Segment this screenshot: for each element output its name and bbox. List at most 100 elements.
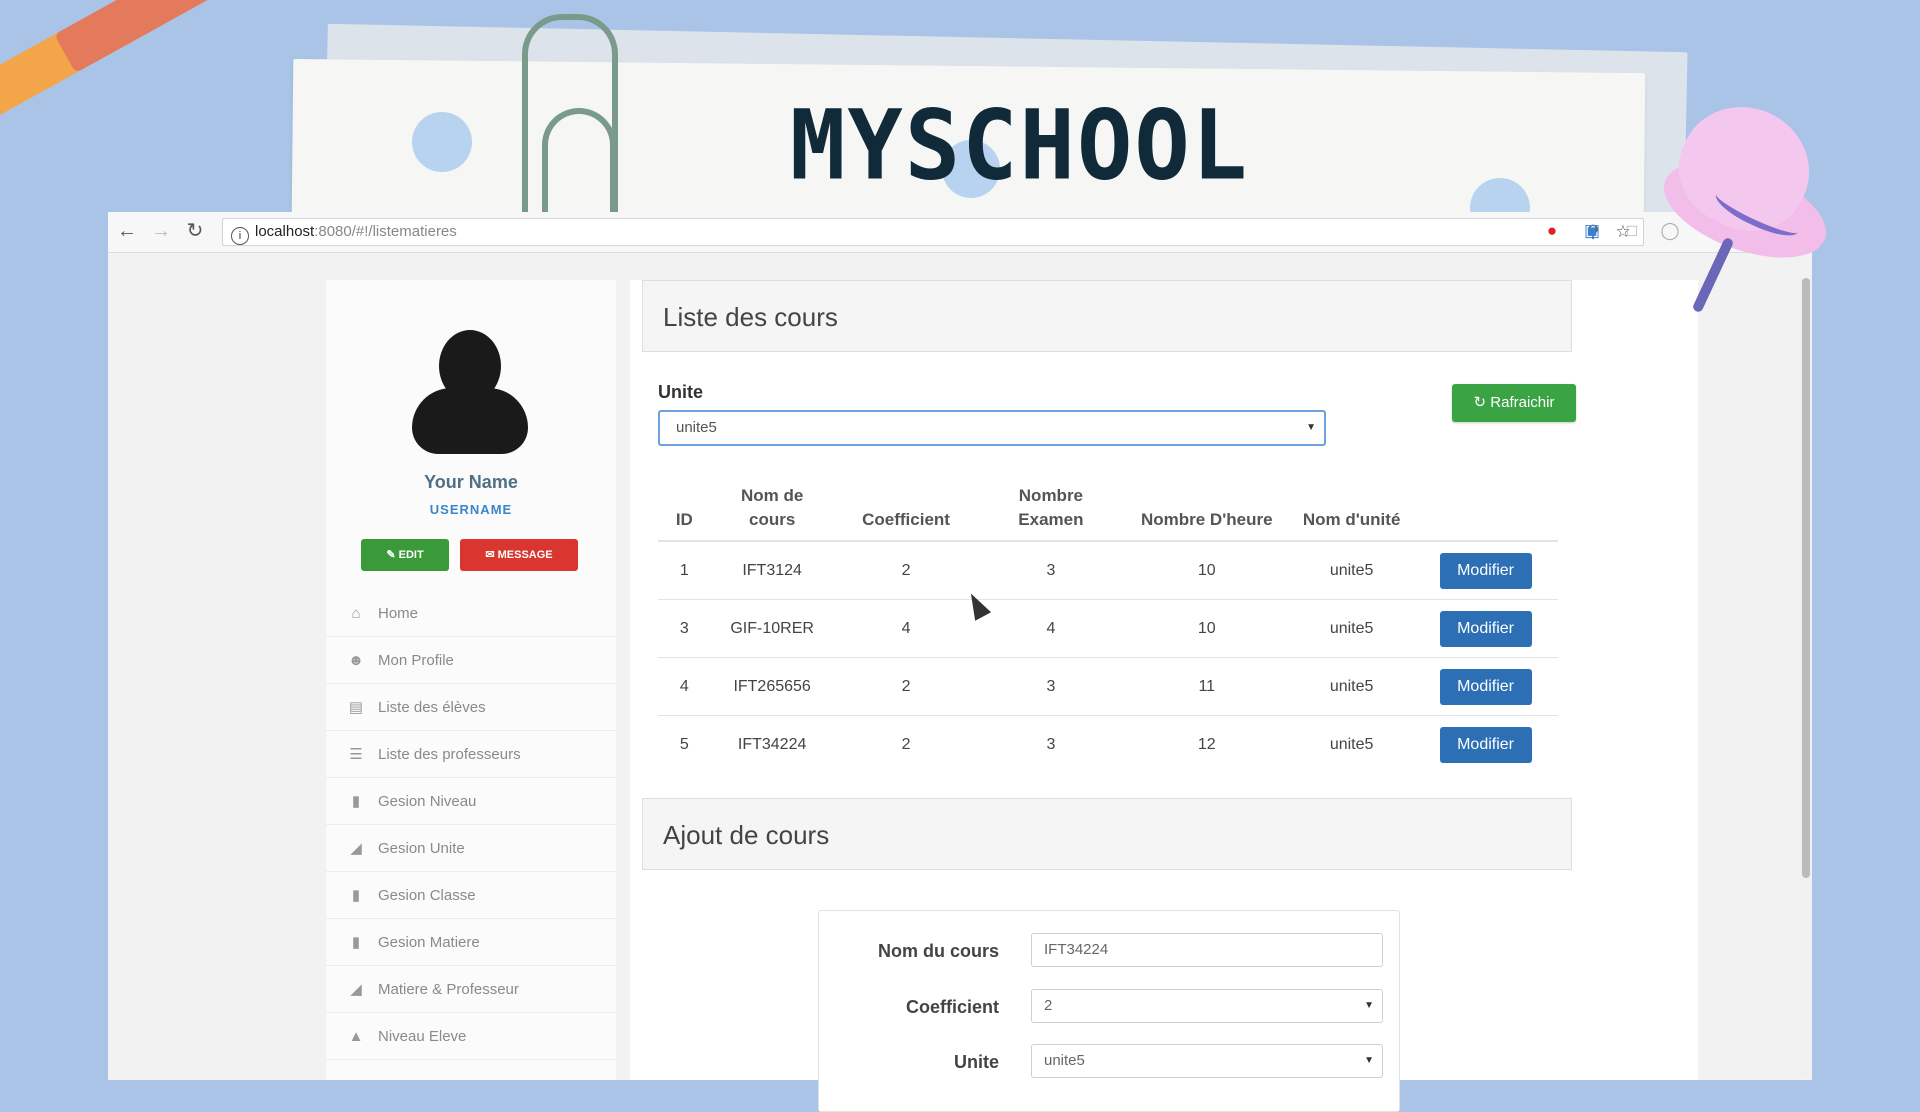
sidebar: Your Name USERNAME ✎ EDIT ✉ MESSAGE ⌂ Hom… — [326, 280, 616, 1080]
cell-examen: 4 — [978, 599, 1124, 658]
column-header: Coefficient — [833, 480, 979, 542]
table-header-row: ID Nom de cours Coefficient Nombre Exame… — [658, 480, 1558, 542]
decor-dot — [412, 112, 472, 172]
cell-nom: GIF-10RER — [710, 599, 834, 658]
table-row: 3 GIF-10RER 4 4 10 unite5 Modifier — [658, 599, 1558, 658]
message-button[interactable]: ✉ MESSAGE — [460, 539, 578, 571]
bar-chart-icon: ▮ — [351, 793, 361, 810]
coef-select-value: 2 — [1044, 997, 1053, 1014]
signal-icon: ◢ — [350, 981, 362, 998]
sidebar-item-label: Mon Profile — [378, 651, 454, 669]
sidebar-item-student-level[interactable]: ▲ Niveau Eleve — [326, 1013, 616, 1060]
cell-heure: 10 — [1123, 599, 1291, 658]
sidebar-item-label: Matiere & Professeur — [378, 980, 519, 998]
cell-heure: 12 — [1123, 715, 1291, 773]
url-host: localhost — [255, 223, 315, 240]
column-header: Nom d'unité — [1290, 480, 1414, 542]
coef-select[interactable]: 2 ▼ — [1031, 989, 1383, 1023]
cell-nom: IFT3124 — [710, 540, 834, 600]
back-icon[interactable]: ← — [116, 220, 138, 242]
browser-window: ← → ↻ i localhost:8080/#!/listematieres ⚲… — [108, 212, 1812, 1112]
modify-button[interactable]: Modifier — [1439, 552, 1532, 589]
refresh-button[interactable]: ↻ Rafraichir — [1452, 384, 1576, 422]
sidebar-item-classes[interactable]: ▮ Gesion Classe — [326, 872, 616, 919]
scrollbar[interactable] — [1800, 278, 1812, 1078]
profile-username: USERNAME — [429, 502, 513, 517]
shield-icon[interactable]: ◯ — [1660, 221, 1680, 241]
sidebar-item-levels[interactable]: ▮ Gesion Niveau — [326, 778, 616, 825]
main-content: Liste des cours Unite unite5 ▼ ↻ Rafraich… — [630, 280, 1698, 1112]
unite-form-label: Unite — [954, 1052, 999, 1072]
bar-chart-icon: ▮ — [351, 887, 361, 904]
info-icon[interactable]: i — [231, 227, 249, 245]
courses-table: ID Nom de cours Coefficient Nombre Exame… — [658, 480, 1558, 773]
user-icon: ☻ — [348, 651, 364, 669]
nom-label: Nom du cours — [877, 941, 999, 961]
edit-button[interactable]: ✎ EDIT — [361, 539, 449, 571]
edit-icon: ✎ — [386, 549, 399, 561]
cell-action: Modifier — [1413, 599, 1558, 658]
cell-coef: 2 — [833, 715, 979, 773]
bar-chart-icon: ▮ — [351, 934, 361, 951]
cell-examen: 3 — [978, 657, 1124, 716]
cell-nom: IFT265656 — [710, 657, 834, 716]
unite-label: Unite — [658, 382, 703, 402]
sidebar-item-label: Gesion Unite — [378, 839, 465, 857]
profile-name: Your Name — [424, 472, 518, 492]
scrollbar-thumb[interactable] — [1802, 278, 1810, 878]
column-header: Nom de cours — [710, 480, 834, 542]
sidebar-item-subject-teacher[interactable]: ◢ Matiere & Professeur — [326, 966, 616, 1013]
unite-select[interactable]: unite5 ▼ — [658, 410, 1326, 446]
chevron-down-icon: ▼ — [1364, 1000, 1374, 1011]
extension-icon[interactable]: ▣ — [1582, 221, 1602, 241]
sidebar-item-label: Home — [378, 604, 419, 622]
sidebar-item-subjects[interactable]: ▮ Gesion Matiere — [326, 919, 616, 966]
add-panel-title: Ajout de cours — [642, 798, 1572, 870]
cell-heure: 11 — [1123, 657, 1291, 716]
cell-nom: IFT34224 — [710, 715, 834, 773]
home-icon: ⌂ — [351, 604, 361, 622]
sidebar-item-students[interactable]: ▤ Liste des élèves — [326, 684, 616, 731]
modify-button[interactable]: Modifier — [1439, 610, 1532, 647]
mail-icon: ✉ — [485, 549, 498, 561]
unite-form-value: unite5 — [1044, 1052, 1085, 1069]
unite-select-value: unite5 — [676, 419, 717, 436]
chevron-down-icon: ▼ — [1306, 422, 1316, 433]
table-row: 5 IFT34224 2 3 12 unite5 Modifier — [658, 715, 1558, 773]
modify-button[interactable]: Modifier — [1439, 668, 1532, 705]
sidebar-item-label: Niveau Eleve — [378, 1027, 467, 1045]
sidebar-item-home[interactable]: ⌂ Home — [326, 590, 616, 637]
signal-icon: ◢ — [350, 840, 362, 857]
cell-id: 4 — [658, 657, 711, 716]
avatar — [406, 330, 534, 458]
chevron-down-icon: ▼ — [1364, 1055, 1374, 1066]
table-row: 1 IFT3124 2 3 10 unite5 Modifier — [658, 540, 1558, 600]
tag-icon[interactable]: □ — [1622, 221, 1642, 241]
sidebar-item-teachers[interactable]: ☰ Liste des professeurs — [326, 731, 616, 778]
add-course-form: Nom du cours IFT34224 Coefficient 2 ▼ Uni… — [818, 910, 1400, 1112]
unite-form-select[interactable]: unite5 ▼ — [1031, 1044, 1383, 1078]
sidebar-item-label: Liste des professeurs — [378, 745, 521, 763]
cell-action: Modifier — [1413, 715, 1558, 773]
address-bar[interactable]: i localhost:8080/#!/listematieres ⚲ ☆ — [222, 218, 1644, 246]
cell-action: Modifier — [1413, 540, 1558, 600]
browser-toolbar: ← → ↻ i localhost:8080/#!/listematieres ⚲… — [108, 212, 1812, 253]
sidebar-item-units[interactable]: ◢ Gesion Unite — [326, 825, 616, 872]
sidebar-item-label: Gesion Classe — [378, 886, 476, 904]
reload-icon[interactable]: ↻ — [184, 220, 206, 242]
forward-icon[interactable]: → — [150, 220, 172, 242]
cell-heure: 10 — [1123, 540, 1291, 600]
column-header: ID — [658, 480, 711, 542]
modify-button[interactable]: Modifier — [1439, 726, 1532, 763]
graduation-icon: ▲ — [348, 1027, 364, 1045]
adblock-icon[interactable]: ● — [1542, 221, 1562, 241]
list-panel-title: Liste des cours — [642, 280, 1572, 352]
nom-input[interactable]: IFT34224 — [1031, 933, 1383, 967]
sidebar-item-profile[interactable]: ☻ Mon Profile — [326, 637, 616, 684]
refresh-icon: ↻ — [1473, 394, 1491, 411]
pen-icon — [0, 0, 234, 132]
cell-unite: unite5 — [1290, 657, 1414, 716]
edit-label: EDIT — [398, 549, 424, 561]
cell-coef: 2 — [833, 657, 979, 716]
cell-id: 1 — [658, 540, 711, 600]
